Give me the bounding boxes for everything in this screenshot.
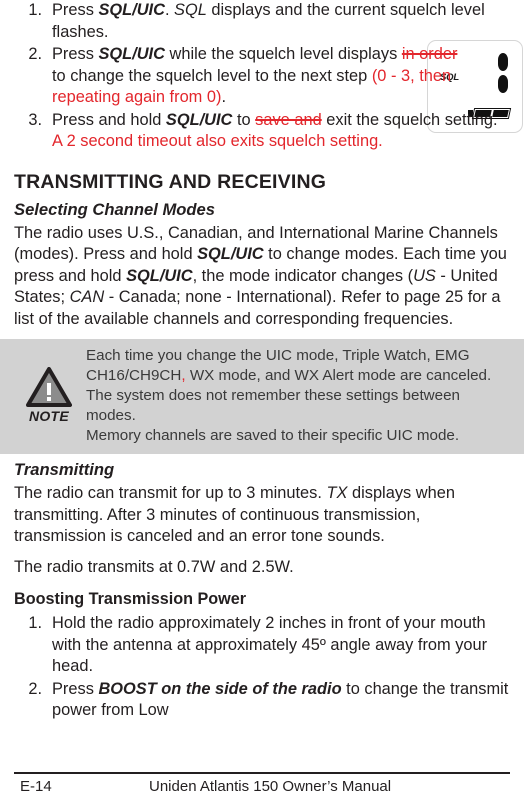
list-item-text: Press SQL/UIC. SQL displays and the curr… [52,1,485,41]
boost-step-item: 1. Hold the radio approximately 2 inches … [14,613,510,678]
bold-term: BOOST on the side of the radio [98,679,342,698]
note-paragraph-1: Each time you change the UIC mode, Tripl… [86,346,512,426]
list-item-text: Press and hold SQL/UIC to save and exit … [52,111,498,151]
text-run: . [164,1,175,19]
note-label: NOTE [28,408,70,424]
italic-term: TX [326,484,348,502]
text-run: The radio can transmit for up to 3 minut… [14,484,327,502]
list-number: 2. [28,45,42,63]
transmitting-paragraph-1: The radio can transmit for up to 3 minut… [14,483,510,548]
bold-term: SQL/UIC [165,110,233,129]
italic-term: US [413,266,436,285]
note-body: Each time you change the UIC mode, Tripl… [86,345,512,446]
list-item-text: Press BOOST on the side of the radio to … [52,680,508,720]
list-item-text: Hold the radio approximately 2 inches in… [52,614,487,675]
text-run: to change the squelch level to the next … [52,66,372,85]
footer-page-number: E-14 [20,778,52,795]
subsection-title-boosting-transmission-power: Boosting Transmission Power [14,590,247,608]
squelch-steps-list: 1. Press SQL/UIC. SQL displays and the cu… [14,0,510,153]
text-run: Press [52,1,99,19]
list-number: 1. [28,1,42,19]
manual-page: SQL 1. Press SQL/UIC. SQL displays and th… [0,0,524,808]
lcd-signal-bar-1 [498,53,508,71]
bold-term: SQL/UIC [98,45,165,63]
squelch-step-item: 3. Press and hold SQL/UIC to save and exi… [14,110,510,153]
squelch-step-item: 2. Press SQL/UIC while the squelch level … [14,44,462,109]
subsection-title-transmitting: Transmitting [14,460,115,479]
list-item-text: Press SQL/UIC while the squelch level di… [52,45,457,106]
text-run: exit the squelch setting. [321,110,498,129]
lcd-signal-bar-2 [498,75,508,93]
subsection-title-selecting-channel-modes: Selecting Channel Modes [14,199,216,219]
channel-modes-paragraph: The radio uses U.S., Canadian, and Inter… [14,223,510,331]
inserted-text: A 2 second timeout also exits squelch se… [52,132,383,150]
italic-term: CAN [69,288,105,306]
text-run: . [221,88,227,106]
boosting-steps-list: 1. Hold the radio approximately 2 inches … [14,613,510,722]
text-run: Press [52,679,99,698]
list-number: 1. [28,614,42,632]
list-number: 2. [28,679,42,698]
text-run: Press and hold [52,110,166,129]
boost-step-item: 2. Press BOOST on the side of the radio t… [14,679,510,722]
note-paragraph-2: Memory channels are saved to their speci… [86,427,460,444]
bold-term: SQL/UIC [126,266,193,285]
page-title: TRANSMITTING AND RECEIVING [14,170,327,193]
footer-manual-title: Uniden Atlantis 150 Owner’s Manual [149,778,392,795]
note-icon-group: NOTE [12,345,86,424]
footer-row: E-14 Uniden Atlantis 150 Owner’s Manual [14,778,510,798]
text-run: while the squelch level displays [164,45,402,63]
squelch-step-item: 1. Press SQL/UIC. SQL displays and the cu… [14,0,510,43]
text-run: to [232,110,256,129]
deleted-text: save and [255,110,322,129]
bold-term: SQL/UIC [98,1,165,19]
list-number: 3. [28,110,42,129]
italic-term: SQL [174,1,207,19]
warning-triangle-icon [26,367,72,407]
text-run: Press [52,45,99,63]
deleted-text: in order [401,45,458,63]
text-run: Hold the radio approximately 2 inches in… [52,614,488,675]
bold-term: SQL/UIC [197,245,264,263]
transmitting-paragraph-2: The radio transmits at 0.7W and 2.5W. [14,557,294,576]
footer-divider [14,772,510,774]
note-callout: NOTE Each time you change the UIC mode, … [0,339,524,454]
page-footer: E-14 Uniden Atlantis 150 Owner’s Manual [14,772,510,798]
text-run: , the mode indicator changes ( [192,266,414,285]
